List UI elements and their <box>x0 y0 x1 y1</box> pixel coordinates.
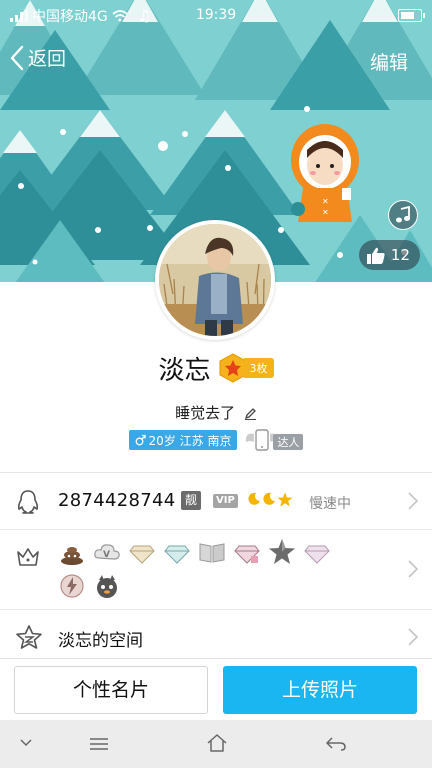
svg-text:✕: ✕ <box>322 208 329 217</box>
battery-icon <box>398 9 425 22</box>
qq-number-row[interactable]: 2874428744 靓 VIP 慢速中 <box>0 474 432 528</box>
chevron-right-icon <box>408 628 418 646</box>
like-count: 12 <box>390 246 410 264</box>
avatar[interactable] <box>155 220 275 340</box>
like-button[interactable]: 12 <box>358 240 420 270</box>
crown-icon <box>17 548 39 566</box>
qzone-row[interactable]: 淡忘的空间 <box>0 612 432 658</box>
music-note-icon <box>396 206 410 223</box>
penguin-icon <box>17 490 39 514</box>
nickname-row: 淡忘 3枚 <box>0 348 432 388</box>
vip-badge: VIP <box>213 494 238 508</box>
talent-badge[interactable]: 达人 <box>245 428 304 452</box>
badges-row[interactable]: V <box>0 530 432 610</box>
chevron-down-icon[interactable] <box>20 739 32 747</box>
moon-icon <box>263 492 275 505</box>
top-navigation: 返回 编辑 <box>0 40 432 80</box>
divider <box>0 472 432 473</box>
book-badge-icon <box>199 543 225 563</box>
qq-number: 2874428744 <box>58 490 176 511</box>
qzone-label: 淡忘的空间 <box>58 631 143 651</box>
system-navigation-bar <box>0 720 432 768</box>
talent-label: 达人 <box>273 434 304 450</box>
chevron-right-icon <box>408 560 418 578</box>
upload-photo-button[interactable]: 上传照片 <box>223 666 417 714</box>
badge-grid: V <box>58 538 358 600</box>
diamond-badge-icon <box>234 545 260 564</box>
svg-text:V: V <box>103 550 110 560</box>
qq-level-icons <box>247 492 293 507</box>
tags-row: 20岁 江苏 南京 达人 <box>0 428 432 452</box>
star-badge-icon <box>269 539 295 564</box>
pretty-number-badge: 靓 <box>181 491 201 510</box>
profile-card-button[interactable]: 个性名片 <box>14 666 208 714</box>
svg-text:✕: ✕ <box>322 197 329 206</box>
eskimo-character-illustration: ✕ ✕ <box>291 124 359 222</box>
background-music-button[interactable] <box>388 200 418 230</box>
age-location-text: 20岁 江苏 南京 <box>148 433 232 448</box>
status-bar: 中国移动4G ♫ 19:39 <box>0 0 432 32</box>
male-symbol-icon <box>135 434 146 446</box>
edit-button[interactable]: 编辑 <box>370 48 408 75</box>
mascot-badge-icon <box>97 575 117 598</box>
qzone-star-icon <box>16 625 42 649</box>
star-icon <box>277 492 293 507</box>
level-badge-count: 3枚 <box>243 358 274 378</box>
back-button[interactable]: 返回 <box>10 44 66 71</box>
level-badge[interactable]: 3枚 <box>219 353 274 383</box>
signature-row[interactable]: 睡觉去了 <box>0 402 432 423</box>
crown-star-hexagon-icon <box>219 353 246 383</box>
back-label: 返回 <box>28 48 67 70</box>
moon-icon <box>248 492 260 505</box>
speed-status: 慢速中 <box>309 496 351 512</box>
divider <box>0 609 432 610</box>
chevron-left-icon <box>10 45 24 70</box>
lightning-badge-icon <box>60 574 84 598</box>
poop-badge-icon <box>61 547 83 565</box>
back-arrow-icon[interactable] <box>325 736 347 752</box>
avatar-photo <box>159 224 271 336</box>
diamond-badge-icon <box>304 545 330 564</box>
home-icon[interactable] <box>206 733 228 753</box>
signature-text: 睡觉去了 <box>175 404 236 422</box>
chevron-right-icon <box>408 492 418 510</box>
nickname: 淡忘 <box>158 355 211 386</box>
thumbs-up-icon <box>366 247 385 264</box>
pencil-icon <box>244 408 256 420</box>
menu-icon[interactable] <box>89 737 109 751</box>
clock: 19:39 <box>195 7 237 23</box>
diamond-badge-icon <box>129 545 155 564</box>
gender-age-location-tag: 20岁 江苏 南京 <box>128 430 238 450</box>
diamond-badge-icon <box>164 545 190 564</box>
cloud-vip-badge-icon: V <box>94 544 120 560</box>
action-bar: 个性名片 上传照片 <box>0 658 432 720</box>
